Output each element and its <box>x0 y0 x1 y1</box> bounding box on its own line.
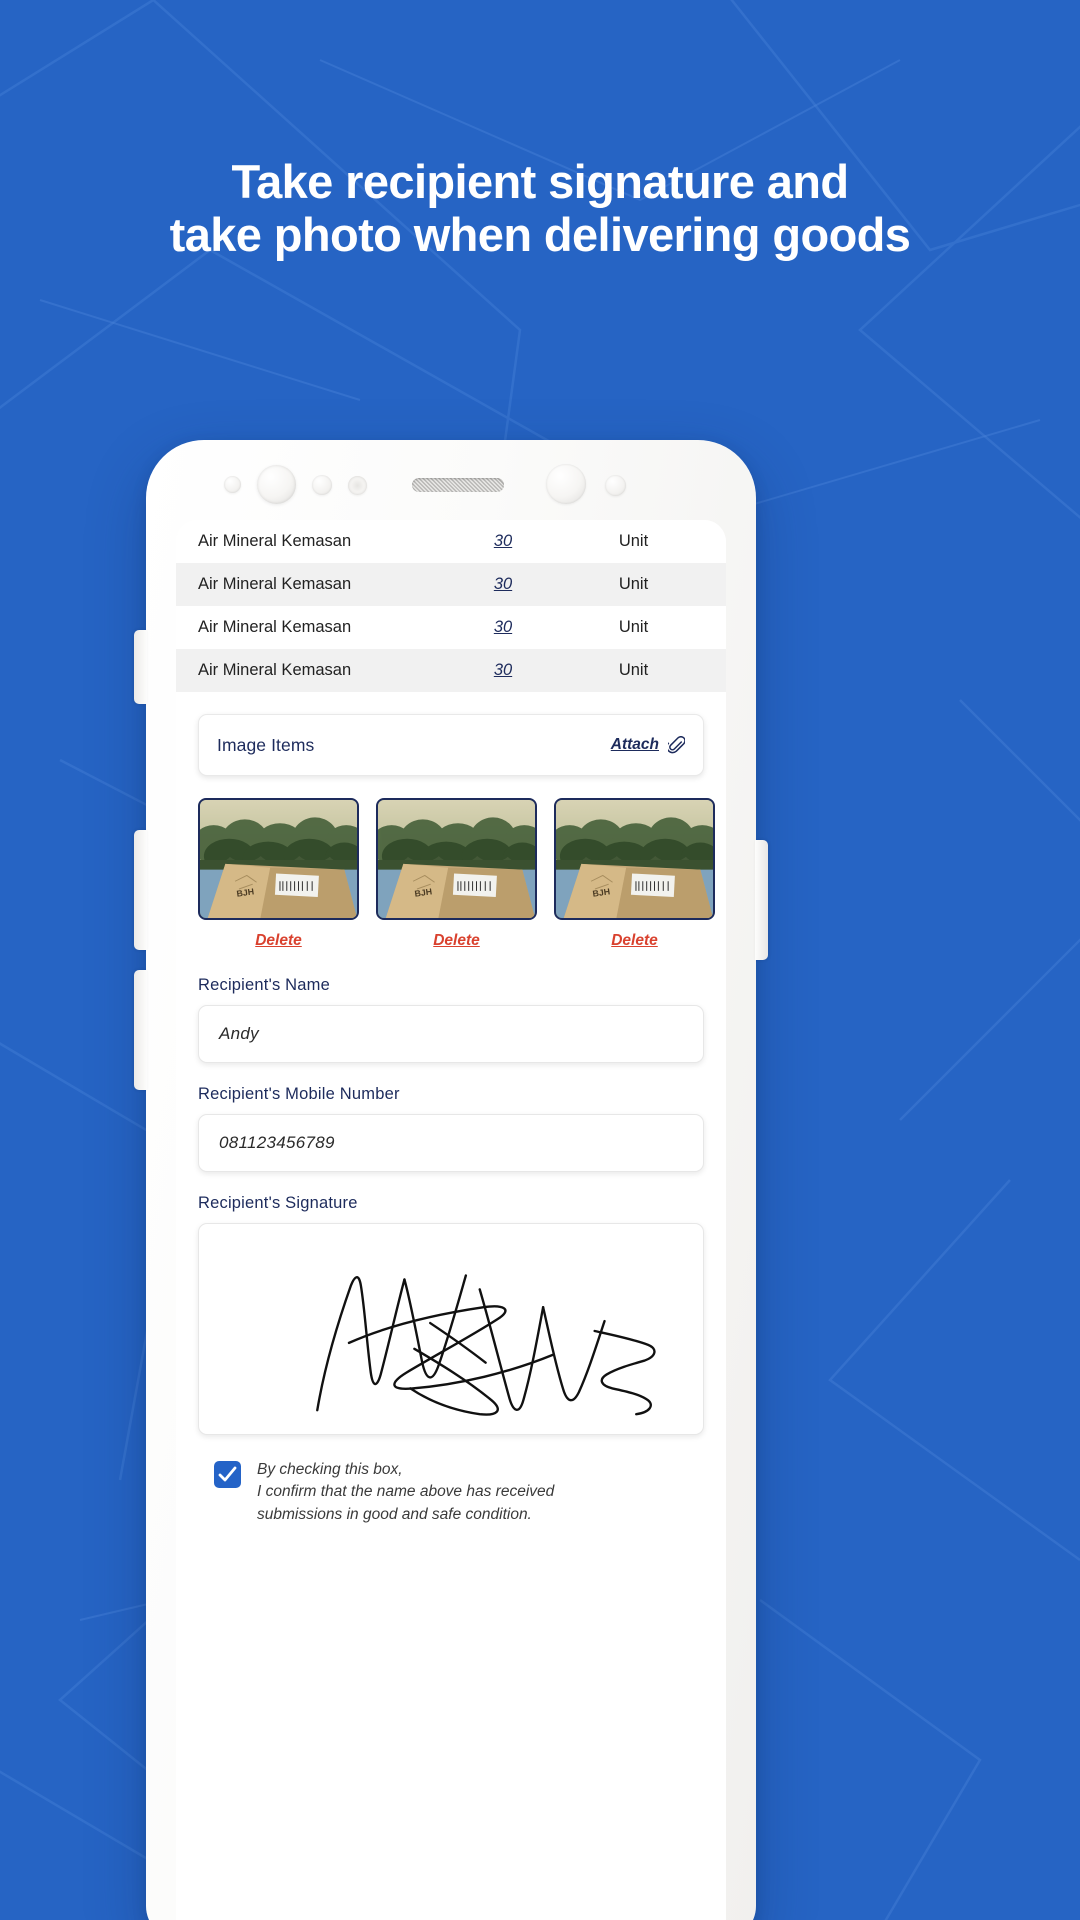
page-headline: Take recipient signature and take photo … <box>0 155 1080 261</box>
photo-thumbnail[interactable]: BJH <box>376 798 537 920</box>
items-table: Air Mineral Kemasan 30 Unit Air Mineral … <box>176 520 726 692</box>
iris-scanner-icon <box>348 476 367 495</box>
table-row[interactable]: Air Mineral Kemasan 30 Unit <box>176 649 726 692</box>
recipient-signature-label: Recipient's Signature <box>198 1194 358 1212</box>
item-quantity-input[interactable]: 30 <box>443 532 563 551</box>
front-camera-icon <box>257 465 296 504</box>
signature-drawing <box>316 1274 656 1416</box>
item-name: Air Mineral Kemasan <box>198 575 352 593</box>
table-row[interactable]: Air Mineral Kemasan 30 Unit <box>176 520 726 563</box>
item-name: Air Mineral Kemasan <box>198 532 352 550</box>
item-unit: Unit <box>618 661 649 679</box>
item-quantity-input[interactable]: 30 <box>443 575 563 594</box>
consent-checkbox[interactable] <box>214 1461 241 1488</box>
phone-mockup: Air Mineral Kemasan 30 Unit Air Mineral … <box>134 440 768 1920</box>
delete-photo-button[interactable]: Delete <box>554 932 715 950</box>
photo-thumbnail[interactable]: BJH <box>198 798 359 920</box>
led-indicator-icon <box>546 464 586 504</box>
item-quantity-input[interactable]: 30 <box>443 661 563 680</box>
recipient-name-input[interactable]: Andy <box>198 1005 704 1063</box>
photo-thumbnail-list: BJH Delete BJH Delete BJH Delete <box>176 776 726 950</box>
delete-photo-button[interactable]: Delete <box>198 932 359 950</box>
consent-line-3: submissions in good and safe condition. <box>257 1505 532 1523</box>
attach-label: Attach <box>610 736 659 753</box>
sensor-dot-icon <box>605 475 626 496</box>
table-row[interactable]: Air Mineral Kemasan 30 Unit <box>176 563 726 606</box>
recipient-mobile-value: 081123456789 <box>219 1133 335 1152</box>
phone-volume-down-button[interactable] <box>134 970 147 1090</box>
recipient-form: Recipient's Name Andy Recipient's Mobile… <box>176 950 726 1435</box>
delete-photo-button[interactable]: Delete <box>376 932 537 950</box>
recipient-mobile-label: Recipient's Mobile Number <box>198 1085 400 1103</box>
attach-button[interactable]: Attach <box>610 735 685 755</box>
headline-line-2: take photo when delivering goods <box>169 208 911 262</box>
delivery-form-app: Air Mineral Kemasan 30 Unit Air Mineral … <box>176 520 726 1526</box>
phone-screen: Air Mineral Kemasan 30 Unit Air Mineral … <box>176 520 726 1920</box>
table-row[interactable]: Air Mineral Kemasan 30 Unit <box>176 606 726 649</box>
paperclip-icon <box>668 735 685 753</box>
consent-row[interactable]: By checking this box, I confirm that the… <box>176 1455 726 1526</box>
recipient-name-label: Recipient's Name <box>198 976 330 994</box>
item-unit: Unit <box>618 575 649 593</box>
image-items-card: Image Items Attach <box>198 714 704 776</box>
consent-line-2: I confirm that the name above has receiv… <box>257 1483 555 1501</box>
photo-item: BJH Delete <box>554 798 715 950</box>
phone-body: Air Mineral Kemasan 30 Unit Air Mineral … <box>134 440 768 1920</box>
photo-thumbnail[interactable]: BJH <box>554 798 715 920</box>
recipient-name-value: Andy <box>219 1024 259 1043</box>
item-unit: Unit <box>618 532 649 550</box>
item-name: Air Mineral Kemasan <box>198 661 352 679</box>
phone-volume-up-button[interactable] <box>134 830 147 950</box>
phone-power-button[interactable] <box>755 840 768 960</box>
sensor-dot-icon <box>224 476 241 493</box>
photo-item: BJH Delete <box>376 798 537 950</box>
item-name: Air Mineral Kemasan <box>198 618 352 636</box>
phone-button-left-top[interactable] <box>134 630 147 704</box>
recipient-mobile-input[interactable]: 081123456789 <box>198 1114 704 1172</box>
item-quantity-input[interactable]: 30 <box>443 618 563 637</box>
consent-text: By checking this box, I confirm that the… <box>257 1459 554 1526</box>
proximity-sensor-icon <box>312 475 332 495</box>
photo-item: BJH Delete <box>198 798 359 950</box>
headline-line-1: Take recipient signature and <box>231 155 849 208</box>
image-items-title: Image Items <box>217 734 315 755</box>
earpiece-speaker-icon <box>412 478 504 492</box>
signature-pad[interactable] <box>198 1223 704 1435</box>
item-unit: Unit <box>618 618 649 636</box>
consent-line-1: By checking this box, <box>257 1461 403 1478</box>
checkmark-icon <box>218 1466 237 1482</box>
